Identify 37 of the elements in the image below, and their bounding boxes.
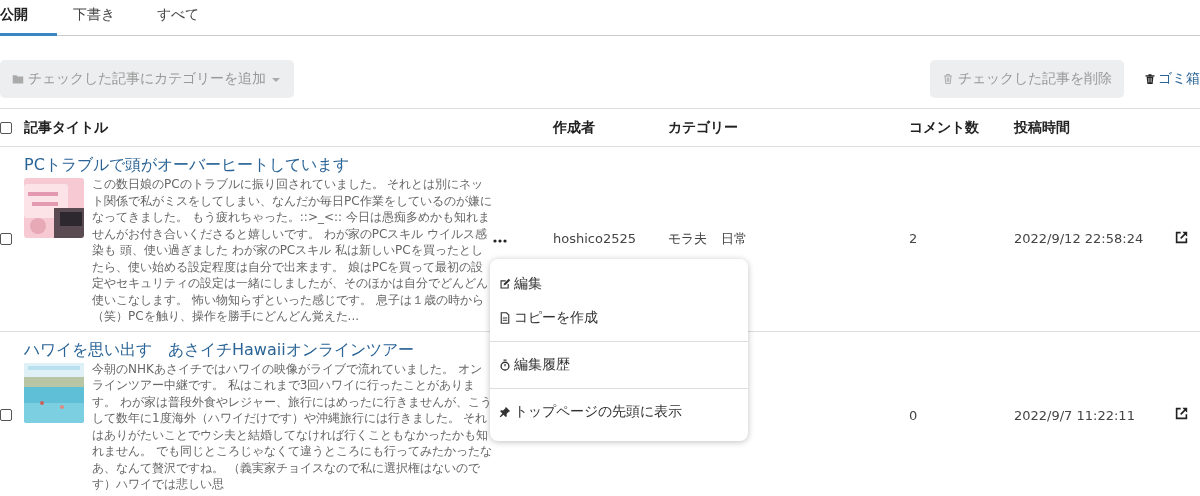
author-name: hoshico2525 (553, 231, 636, 247)
category-tag: 日常 (721, 229, 747, 248)
stopwatch-icon (499, 359, 511, 371)
article-excerpt: 今朝のNHKあさイチではハワイの映像がライブで流れていました。 オンラインツアー中継です。 私はこれまで3回ハワイに行ったことがあります。 わが家は普段外食やレジャー、旅行にはめったに行きませんが、こうして数年に1度海外（ハワイだけです）や沖縄旅行には行きました。 それはありがたいことでウシ夫と結婚してなければ行くこともなかったかも知れません。 でも同じところじゃなくて違うところにも行ってみたかったなあ、なんて贅沢ですね。 （義実家チョイスなので私に選択権はないのです）ハワイでは悲しい思 (92, 360, 492, 493)
pin-icon (499, 406, 511, 418)
select-all-checkbox[interactable] (0, 121, 12, 134)
column-header: コメント数 (909, 118, 980, 137)
category-tag: モラ夫 (668, 229, 707, 248)
article-title-link[interactable]: ハワイを思い出す あさイチHawaiiオンラインツアー (24, 339, 414, 359)
comment-count: 0 (909, 407, 918, 423)
posted-time: 2022/9/12 22:58:24 (1014, 231, 1144, 247)
external-link-icon[interactable] (1175, 230, 1188, 244)
tab[interactable]: すべて (141, 0, 225, 36)
row-checkbox[interactable] (0, 232, 12, 245)
folder-icon (12, 73, 24, 85)
article-title-link[interactable]: PCトラブルで頭がオーバーヒートしています (24, 155, 349, 174)
column-header: 記事タイトル (24, 118, 109, 137)
trash-icon (942, 73, 954, 85)
external-link-icon[interactable] (1175, 407, 1188, 420)
column-header: 投稿時間 (1014, 118, 1071, 137)
trash-link[interactable]: ゴミ箱 (1144, 70, 1200, 88)
row-checkbox[interactable] (0, 409, 12, 421)
menu-item[interactable]: 編集 (490, 267, 748, 301)
tab[interactable]: 下書き (57, 0, 141, 36)
edit-icon (499, 278, 511, 290)
comment-count: 2 (909, 231, 918, 247)
document-icon (499, 312, 511, 324)
menu-item[interactable]: トップページの先頭に表示 (490, 395, 748, 429)
posted-time: 2022/9/7 11:22:11 (1014, 407, 1135, 423)
column-header: 作成者 (553, 118, 596, 137)
column-header: カテゴリー (668, 118, 739, 137)
article-excerpt: この数日娘のPCのトラブルに振り回されていました。 それとは別にネット関係で私がミスをしてしまい、なんだか毎日PC作業をしているのが嫌になってきました。 もう疲れちゃった。::>_<:: 今日は愚痴多めかも知れませんがお付き合いくださると嬉しいです。 わが家のPCスキル ウイルス感染も 頭、使い過ぎました わが家のPCスキル 私は新しいPCを買ったとしたら、使い始める設定程度は自分で出来ます。 娘はPCを買って最初の設定やセキュリティの設定は一緒にしましたが、そのほかは自分でどんどん使いこなします。 怖い物知らずといった感じです。 息子は１歳の時から（笑）PCを触り、操作を勝手にどんどん覚えた... (92, 176, 492, 325)
tab[interactable]: 公開 (0, 0, 57, 36)
more-options-icon[interactable] (492, 237, 508, 244)
trash-icon (1144, 73, 1156, 85)
menu-item[interactable]: 編集履歴 (490, 348, 748, 382)
menu-item[interactable]: コピーを作成 (490, 301, 748, 335)
